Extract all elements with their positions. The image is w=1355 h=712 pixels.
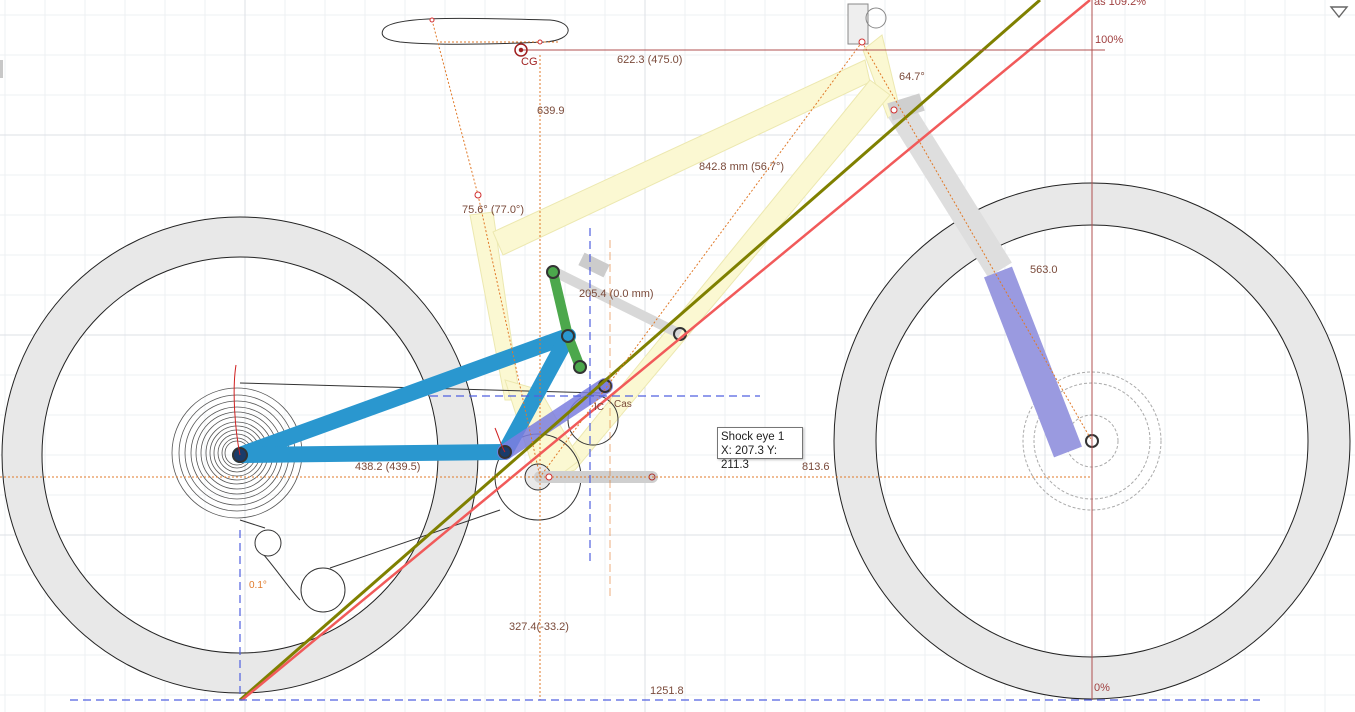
head-angle-label: 64.7° bbox=[899, 71, 925, 83]
options-menu-button[interactable] bbox=[1326, 2, 1352, 22]
percent-top: 100% bbox=[1095, 34, 1123, 46]
anti-rise-line bbox=[241, 0, 1091, 701]
ic-label: IC bbox=[594, 402, 604, 413]
height-label: 639.9 bbox=[537, 105, 565, 117]
rear-tilt-label: 0.1° bbox=[249, 580, 267, 591]
triangle-down-icon bbox=[1329, 6, 1349, 19]
front-center-label: 813.6 bbox=[802, 461, 830, 473]
geometry-canvas[interactable]: CG 622.3 (475.0) as 109.2% 100% 0% 64.7°… bbox=[0, 0, 1355, 712]
percent-bottom: 0% bbox=[1094, 682, 1110, 694]
seat-angle-label: 75.6° (77.0°) bbox=[462, 204, 524, 216]
tooltip-title: Shock eye 1 bbox=[721, 431, 785, 443]
top-tube-label: 842.8 mm (56.7°) bbox=[699, 161, 784, 173]
background-grid bbox=[0, 0, 1355, 712]
bb-drop-label: 327.4(-33.2) bbox=[509, 621, 569, 633]
wheelbase-label: 1251.8 bbox=[650, 685, 684, 697]
cg-dimension-label: 622.3 (475.0) bbox=[617, 54, 682, 66]
percent-top-clipped: as 109.2% bbox=[1094, 0, 1146, 8]
shock-label: 205.4 (0.0 mm) bbox=[579, 288, 654, 300]
reference-lines bbox=[70, 228, 1260, 701]
edge-marker bbox=[0, 60, 3, 78]
fork-length-label: 563.0 bbox=[1030, 264, 1058, 276]
cg-label: CG bbox=[521, 56, 538, 68]
chainstay-label: 438.2 (439.5) bbox=[355, 461, 420, 473]
tooltip-coords: X: 207.3 Y: 211.3 bbox=[721, 445, 778, 471]
major-grid bbox=[0, 0, 1355, 712]
cas-label: Cas bbox=[614, 399, 632, 410]
pivot-tooltip: Shock eye 1 X: 207.3 Y: 211.3 bbox=[717, 427, 803, 471]
